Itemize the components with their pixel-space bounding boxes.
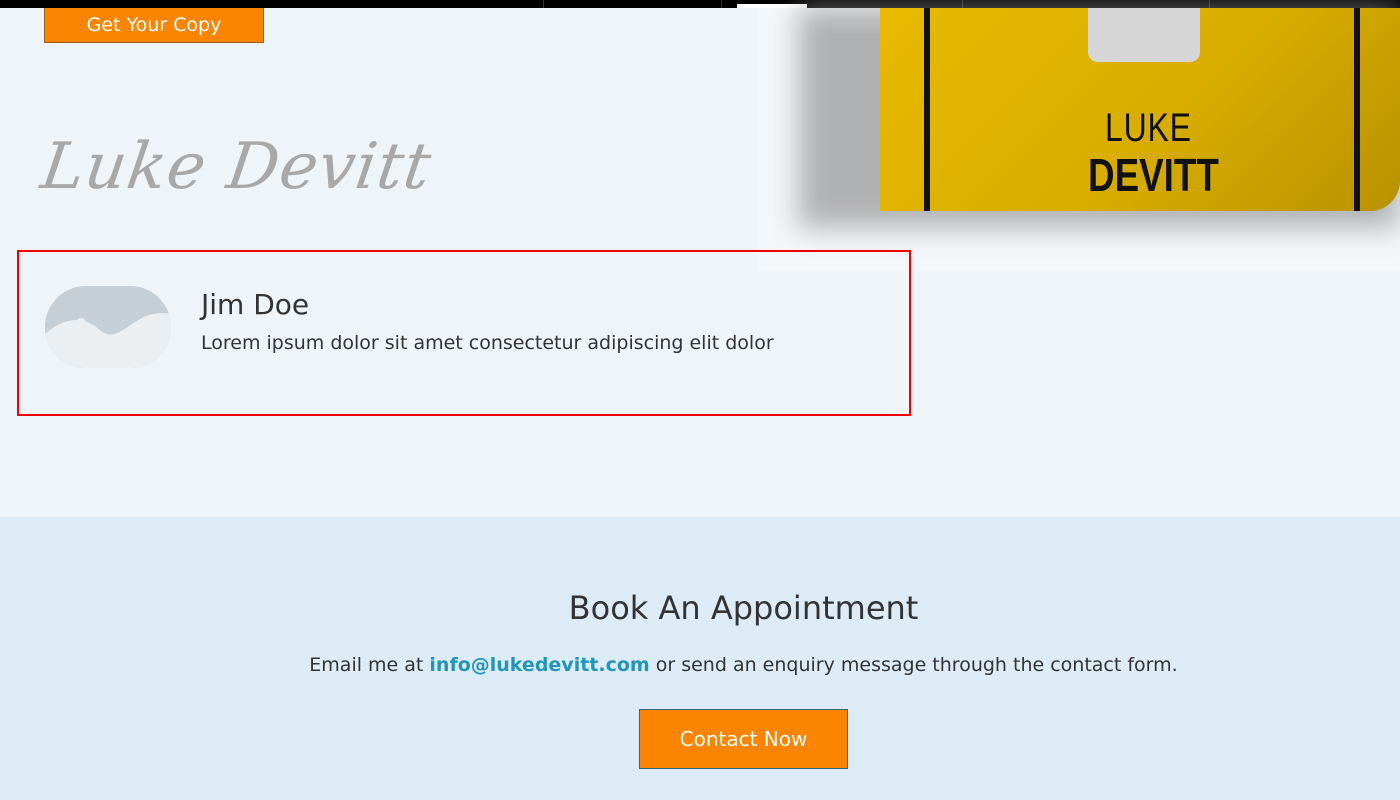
book-strap (924, 8, 930, 211)
contact-now-button[interactable]: Contact Now (639, 709, 848, 769)
nav-divider (543, 0, 544, 8)
testimonial-card: Jim Doe Lorem ipsum dolor sit amet conse… (17, 250, 911, 416)
nav-divider (1209, 0, 1210, 8)
testimonial-name: Jim Doe (201, 288, 310, 321)
signature: Luke Devitt (36, 130, 437, 204)
get-your-copy-button[interactable]: Get Your Copy (44, 8, 264, 43)
book-cover-image: LUKE DEVITT (880, 8, 1400, 211)
testimonial-quote: Lorem ipsum dolor sit amet consectetur a… (201, 332, 774, 354)
email-link[interactable]: info@lukedevitt.com (429, 654, 649, 676)
appointment-section: Book An Appointment Email me at info@luk… (0, 517, 1400, 800)
book-tag (1088, 8, 1200, 62)
appointment-text-after: or send an enquiry message through the c… (649, 654, 1178, 676)
appointment-title: Book An Appointment (568, 589, 919, 627)
image-placeholder-icon (45, 286, 171, 368)
book-title-line2: DEVITT (1088, 149, 1219, 201)
nav-divider (962, 0, 963, 8)
top-nav-bar (0, 0, 1400, 8)
appointment-text: Email me at info@lukedevitt.com or send … (0, 654, 1400, 676)
hero-section: Get Your Copy Luke Devitt LUKE DEVITT Ji… (0, 8, 1400, 517)
book-title-line1: LUKE (1105, 106, 1192, 150)
nav-divider (721, 0, 722, 8)
book-strap (1354, 8, 1360, 211)
appointment-text-before: Email me at (309, 654, 430, 676)
